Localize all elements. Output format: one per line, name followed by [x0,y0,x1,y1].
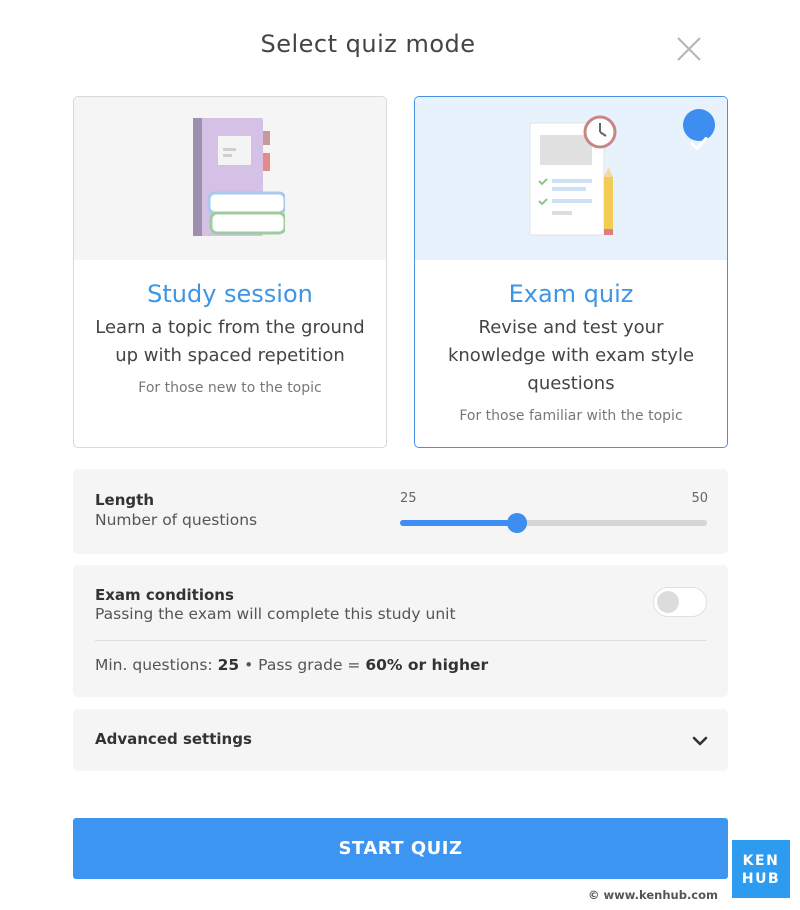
notebook-books-icon [193,118,285,236]
length-panel: Length Number of questions 25 50 [73,469,728,554]
logo-text-top: KEN [742,853,780,869]
card-subtitle: For those new to the topic [138,380,322,396]
copyright-text: © www.kenhub.com [588,888,719,902]
page-title: Select quiz mode [260,30,476,58]
mode-card-study-session[interactable]: Study session Learn a topic from the gro… [73,96,387,448]
card-description: Learn a topic from the ground up with sp… [95,317,365,366]
selected-check-icon [683,109,715,150]
slider-min-label: 25 [400,491,417,506]
min-questions-value: 25 [217,656,240,674]
card-title: Study session [147,280,313,308]
slider-max-label: 50 [691,491,708,506]
exam-conditions-toggle[interactable] [653,587,707,617]
exam-conditions-panel: Exam conditions Passing the exam will co… [73,565,728,697]
advanced-settings-toggle[interactable]: Advanced settings [73,709,728,771]
exam-conditions-label: Exam conditions [95,586,234,604]
mode-card-exam-quiz[interactable]: Exam quiz Revise and test your knowledge… [414,96,728,448]
min-questions-label: Min. questions: [95,656,213,674]
exam-sheet-clock-icon [529,115,617,236]
pass-grade-value: 60% or higher [365,656,489,674]
pass-grade-label: Pass grade = [258,656,361,674]
divider [95,640,706,641]
close-button[interactable] [673,33,705,65]
card-illustration [74,97,386,260]
start-quiz-button[interactable]: START QUIZ [73,818,728,879]
slider-thumb[interactable] [506,513,527,533]
close-icon [677,37,701,61]
logo-text-bottom: HUB [741,871,781,887]
card-title: Exam quiz [508,280,634,308]
kenhub-logo: KEN HUB [732,840,790,898]
exam-conditions-sublabel: Passing the exam will complete this stud… [95,605,456,623]
card-subtitle: For those familiar with the topic [459,408,683,424]
exam-rules-line: Min. questions: 25 • Pass grade = 60% or… [95,656,488,674]
slider-fill [400,520,517,526]
card-illustration [415,97,727,260]
chevron-down-icon [692,736,708,746]
separator-dot: • [244,656,254,674]
toggle-knob [657,591,679,613]
length-sublabel: Number of questions [95,511,258,529]
length-label: Length [95,491,154,509]
advanced-settings-label: Advanced settings [95,730,252,748]
question-count-slider[interactable] [400,513,707,533]
card-description: Revise and test your knowledge with exam… [447,317,695,394]
